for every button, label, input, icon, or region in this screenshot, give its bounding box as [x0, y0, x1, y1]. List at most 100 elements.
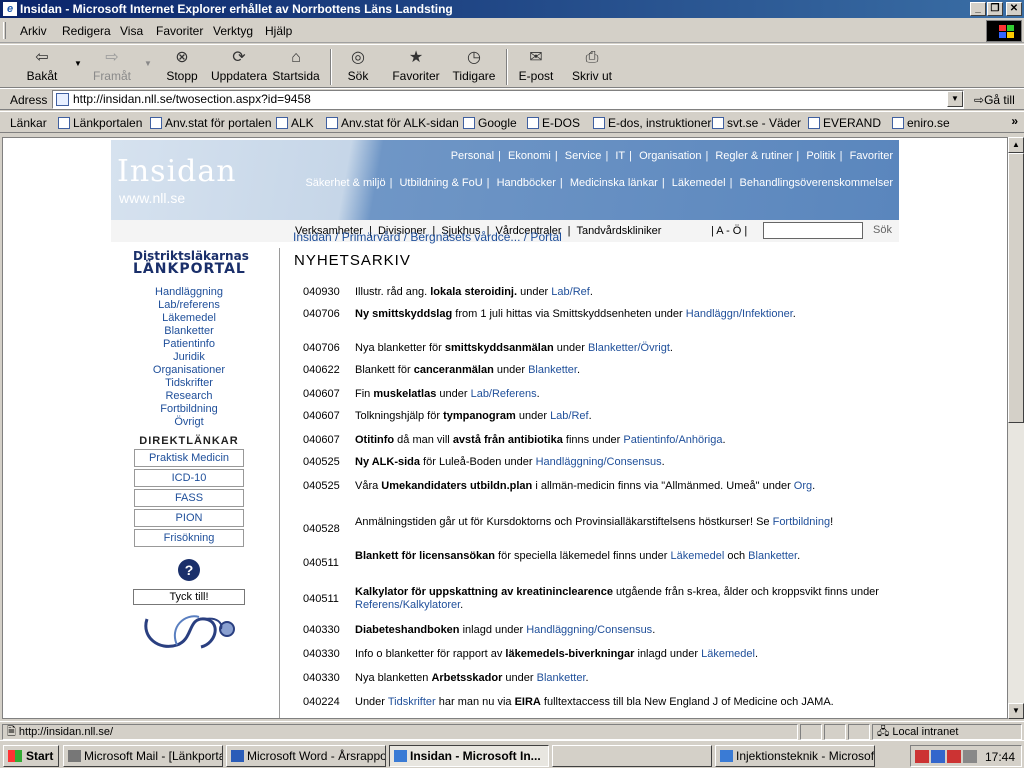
- news-link[interactable]: Org: [794, 480, 812, 492]
- start-button[interactable]: Start: [3, 745, 59, 767]
- vertical-scrollbar[interactable]: ▲ ▼: [1008, 137, 1024, 719]
- menu-hjalp[interactable]: Hjälp: [265, 24, 292, 38]
- link-item[interactable]: E-DOS: [527, 116, 580, 130]
- news-link[interactable]: Referens/Kalkylatorer: [355, 599, 460, 611]
- menu-arkiv[interactable]: Arkiv: [20, 24, 47, 38]
- direct-link-icd10[interactable]: ICD-10: [134, 469, 244, 487]
- go-button[interactable]: ⇨Gå till: [974, 93, 1015, 107]
- news-link[interactable]: Lab/Ref: [551, 286, 590, 298]
- news-link[interactable]: Lab/Ref: [550, 410, 589, 422]
- site-logo[interactable]: Insidan: [117, 154, 237, 189]
- stop-button[interactable]: ⊗ Stopp: [154, 49, 210, 83]
- news-link[interactable]: Lab/Referens: [471, 388, 537, 400]
- scroll-down-icon[interactable]: ▼: [1008, 703, 1024, 719]
- tray-icon[interactable]: [931, 750, 945, 763]
- direct-link-fass[interactable]: FASS: [134, 489, 244, 507]
- tray-icon[interactable]: [947, 750, 961, 763]
- direct-link-pion[interactable]: PION: [134, 509, 244, 527]
- a-o-link[interactable]: | A - Ö |: [711, 225, 747, 237]
- mail-button[interactable]: ✉ E-post: [508, 49, 564, 83]
- news-link[interactable]: Tidskrifter: [388, 696, 436, 708]
- tray-icon[interactable]: [915, 750, 929, 763]
- news-link[interactable]: Handläggning/Consensus: [536, 456, 662, 468]
- scroll-up-icon[interactable]: ▲: [1008, 137, 1024, 153]
- nav-utbildning[interactable]: Utbildning & FoU: [399, 177, 482, 189]
- task-insidan[interactable]: Insidan - Microsoft In...: [389, 745, 549, 767]
- link-item[interactable]: E-dos, instruktioner: [593, 116, 711, 130]
- sidebar-item-ovrigt[interactable]: Övrigt: [133, 416, 245, 429]
- close-button[interactable]: ✕: [1006, 2, 1022, 16]
- scroll-thumb[interactable]: [1008, 153, 1024, 423]
- menu-favoriter[interactable]: Favoriter: [156, 24, 203, 38]
- favorites-button[interactable]: ★ Favoriter: [388, 49, 444, 83]
- news-link[interactable]: Blanketter: [528, 364, 577, 376]
- sidebar-item-tidskrifter[interactable]: Tidskrifter: [133, 377, 245, 390]
- menu-redigera[interactable]: Redigera: [62, 24, 111, 38]
- help-icon[interactable]: ?: [178, 559, 200, 581]
- news-link[interactable]: Handläggning/Consensus: [526, 624, 652, 636]
- direct-link-praktisk-medicin[interactable]: Praktisk Medicin: [134, 449, 244, 467]
- nav-politik[interactable]: Politik: [806, 150, 835, 162]
- link-item[interactable]: Google: [463, 116, 517, 130]
- address-input[interactable]: http://insidan.nll.se/twosection.aspx?id…: [52, 90, 964, 109]
- nav-service[interactable]: Service: [565, 150, 602, 162]
- news-link[interactable]: Läkemedel: [670, 550, 724, 562]
- back-dropdown-icon[interactable]: ▼: [74, 59, 82, 68]
- forward-button[interactable]: ⇨ Framåt: [84, 49, 140, 83]
- print-button[interactable]: ⎙ Skriv ut: [564, 49, 620, 83]
- news-link[interactable]: Patientinfo/Anhöriga: [623, 434, 722, 446]
- site-search-input[interactable]: [763, 222, 863, 239]
- link-item[interactable]: eniro.se: [892, 116, 950, 130]
- feedback-button[interactable]: Tyck till!: [133, 589, 245, 605]
- nav-handbocker[interactable]: Handböcker: [497, 177, 556, 189]
- task-mail[interactable]: Microsoft Mail - [Länkportal...: [63, 745, 223, 767]
- links-overflow-icon[interactable]: »: [1011, 114, 1018, 128]
- nav-personal[interactable]: Personal: [451, 150, 494, 162]
- sidebar-item-juridik[interactable]: Juridik: [133, 351, 245, 364]
- sidebar-item-labreferens[interactable]: Lab/referens: [133, 299, 245, 312]
- news-link[interactable]: Blanketter/Övrigt: [588, 342, 670, 354]
- minimize-button[interactable]: _: [970, 2, 986, 16]
- task-word[interactable]: Microsoft Word - Årsrappor...: [226, 745, 386, 767]
- news-link[interactable]: Blanketter: [748, 550, 797, 562]
- nav-regler[interactable]: Regler & rutiner: [715, 150, 792, 162]
- sidebar-item-fortbildning[interactable]: Fortbildning: [133, 403, 245, 416]
- site-search-button[interactable]: Sök: [873, 224, 892, 236]
- direct-link-frisokning[interactable]: Frisökning: [134, 529, 244, 547]
- link-item[interactable]: Anv.stat för portalen: [150, 116, 272, 130]
- news-link[interactable]: Blanketter: [537, 672, 586, 684]
- sidebar-item-organisationer[interactable]: Organisationer: [133, 364, 245, 377]
- menu-verktyg[interactable]: Verktyg: [213, 24, 253, 38]
- nav-it[interactable]: IT: [615, 150, 625, 162]
- sidebar-item-research[interactable]: Research: [133, 390, 245, 403]
- nav-medicinska-lankar[interactable]: Medicinska länkar: [570, 177, 658, 189]
- link-item[interactable]: Länkportalen: [58, 116, 142, 130]
- link-item[interactable]: Anv.stat för ALK-sidan: [326, 116, 459, 130]
- nav-sakerhet[interactable]: Säkerhet & miljö: [305, 177, 385, 189]
- nav-organisation[interactable]: Organisation: [639, 150, 701, 162]
- nav-ekonomi[interactable]: Ekonomi: [508, 150, 551, 162]
- sidebar-item-handlaggning[interactable]: Handläggning: [133, 286, 245, 299]
- news-link[interactable]: Handläggn/Infektioner: [686, 308, 793, 320]
- refresh-button[interactable]: ⟳ Uppdatera: [210, 49, 268, 83]
- address-dropdown-icon[interactable]: ▼: [947, 91, 963, 107]
- nav-behandling[interactable]: Behandlingsöverenskommelser: [740, 177, 893, 189]
- forward-dropdown-icon[interactable]: ▼: [144, 59, 152, 68]
- news-link[interactable]: Fortbildning: [773, 516, 830, 528]
- back-button[interactable]: ⇦ Bakåt: [14, 49, 70, 83]
- sidebar-item-lakemedel[interactable]: Läkemedel: [133, 312, 245, 325]
- link-item[interactable]: EVERAND: [808, 116, 881, 130]
- news-link[interactable]: Läkemedel: [701, 648, 755, 660]
- sidebar-item-patientinfo[interactable]: Patientinfo: [133, 338, 245, 351]
- sidebar-item-blanketter[interactable]: Blanketter: [133, 325, 245, 338]
- breadcrumb[interactable]: Insidan / Primärvård / Bergnäsets vårdce…: [293, 230, 562, 244]
- volume-icon[interactable]: [963, 750, 977, 763]
- link-item[interactable]: svt.se - Väder: [712, 116, 801, 130]
- menu-visa[interactable]: Visa: [120, 24, 143, 38]
- task-empty[interactable]: [552, 745, 712, 767]
- link-item[interactable]: ALK: [276, 116, 314, 130]
- home-button[interactable]: ⌂ Startsida: [268, 49, 324, 83]
- maximize-button[interactable]: ❐: [987, 2, 1003, 16]
- nav-favoriter[interactable]: Favoriter: [850, 150, 893, 162]
- task-injektionsteknik[interactable]: Injektionsteknik - Microsoft...: [715, 745, 875, 767]
